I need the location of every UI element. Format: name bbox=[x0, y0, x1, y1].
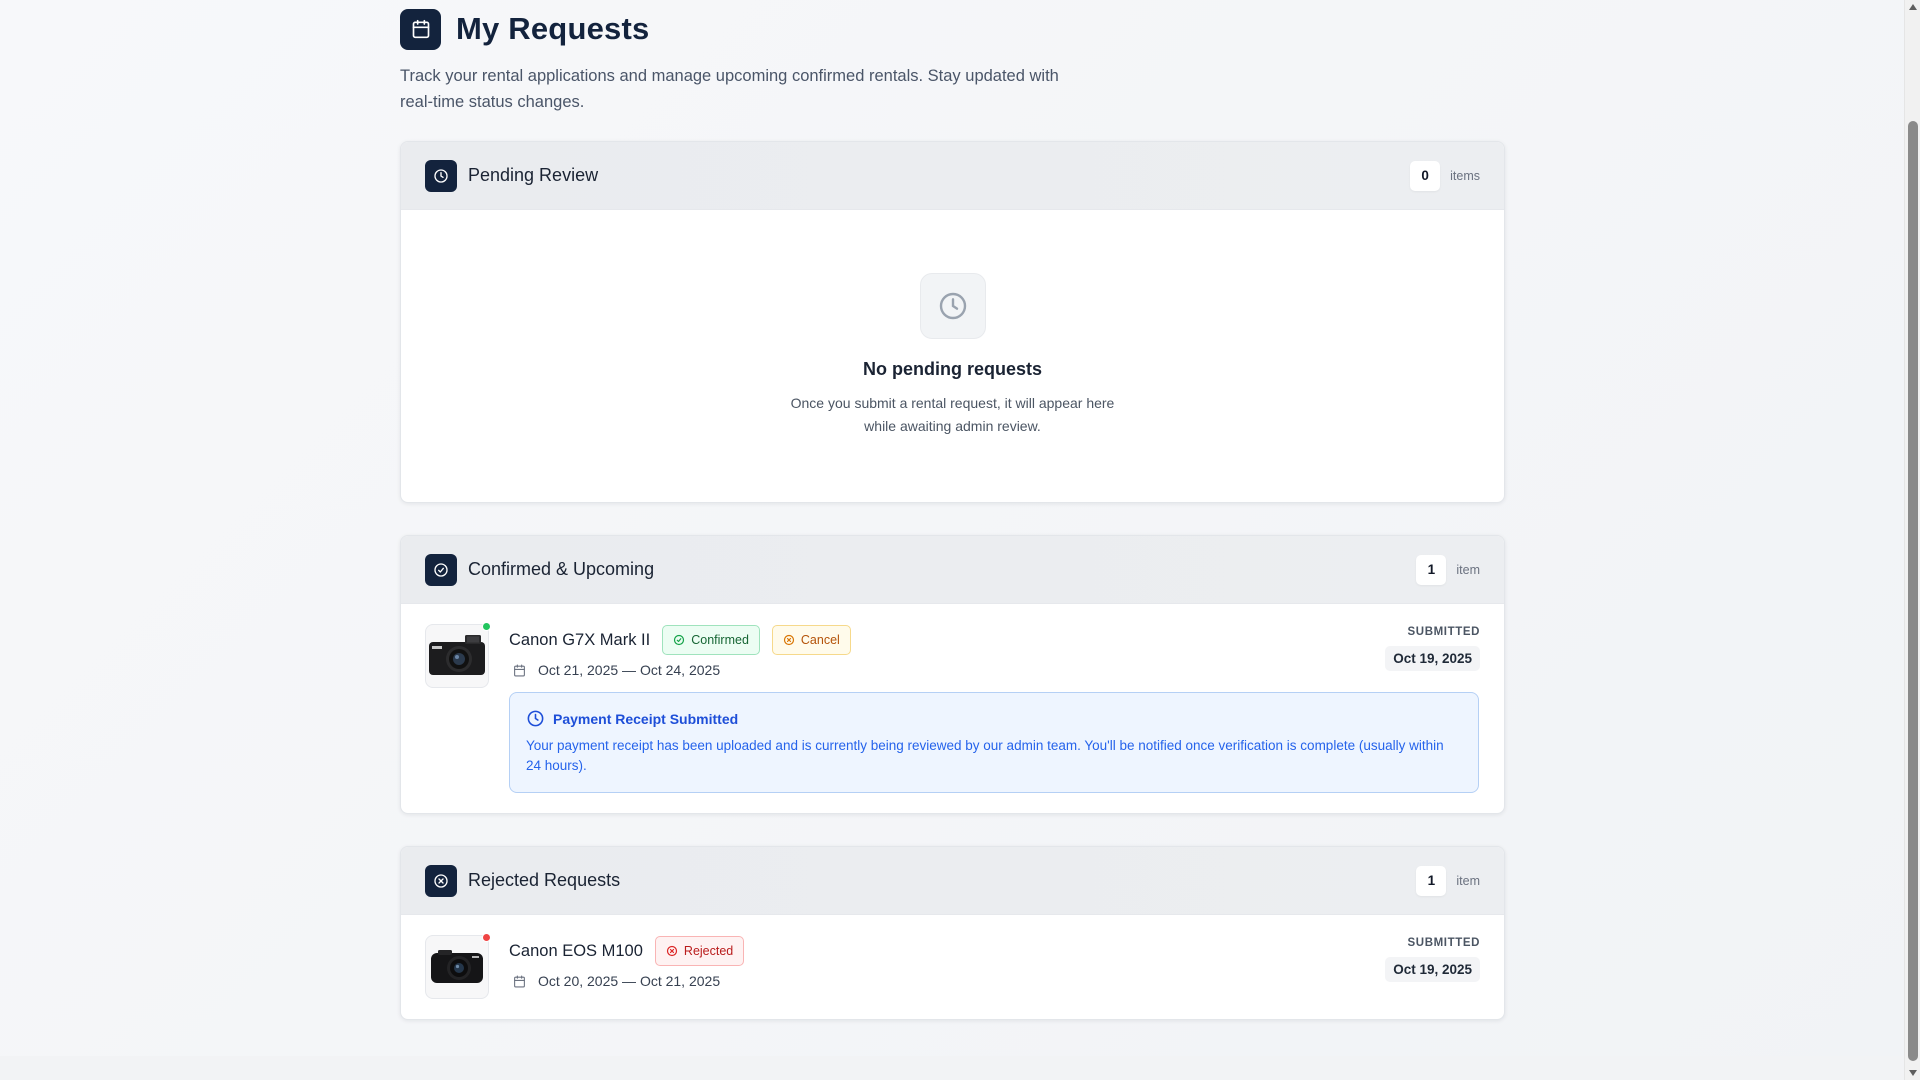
payment-notice: Payment Receipt Submitted Your payment r… bbox=[509, 692, 1479, 793]
rejected-section: Rejected Requests 1 item Canon EOS M100 … bbox=[400, 846, 1505, 1020]
x-circle-icon bbox=[783, 634, 795, 646]
submitted-date: Oct 19, 2025 bbox=[1385, 957, 1480, 982]
page-footer-band bbox=[0, 1056, 1904, 1080]
status-label: Rejected bbox=[683, 944, 734, 958]
count-badge: 1 bbox=[1416, 554, 1447, 585]
submitted-date: Oct 19, 2025 bbox=[1385, 646, 1480, 671]
camera-image bbox=[425, 935, 489, 999]
rejected-header: Rejected Requests 1 item bbox=[401, 847, 1504, 915]
status-badge: Confirmed bbox=[662, 625, 760, 655]
empty-state-title: No pending requests bbox=[862, 359, 1042, 379]
check-circle-icon bbox=[674, 634, 685, 646]
list-item[interactable]: Canon G7X Mark II Confirmed Cancel Oct 2… bbox=[401, 604, 1504, 813]
clock-icon bbox=[919, 273, 986, 339]
x-circle-icon bbox=[425, 864, 457, 897]
x-circle-icon bbox=[666, 945, 678, 957]
pending-review-header: Pending Review 0 items bbox=[401, 142, 1504, 210]
rental-dates: Oct 20, 2025 — Oct 21, 2025 bbox=[509, 973, 1480, 989]
confirmed-section: Confirmed & Upcoming 1 item Canon G7X Ma… bbox=[400, 535, 1505, 814]
vertical-scrollbar[interactable] bbox=[1904, 0, 1920, 1080]
empty-state-text: Once you submit a rental request, it wil… bbox=[790, 395, 1115, 434]
status-label: Confirmed bbox=[691, 633, 749, 647]
count-label: item bbox=[1456, 873, 1480, 888]
camera-image bbox=[425, 624, 489, 688]
section-title: Rejected Requests bbox=[468, 870, 621, 890]
clock-icon bbox=[425, 159, 457, 192]
notice-text: Your payment receipt has been uploaded a… bbox=[526, 738, 1444, 773]
scrollbar-thumb[interactable] bbox=[1908, 121, 1918, 1061]
count-badge: 0 bbox=[1410, 160, 1441, 191]
scroll-down-icon[interactable] bbox=[1909, 1070, 1917, 1076]
empty-state: No pending requests Once you submit a re… bbox=[401, 210, 1504, 502]
rental-dates: Oct 21, 2025 — Oct 24, 2025 bbox=[509, 662, 1480, 678]
submitted-info: SUBMITTED Oct 19, 2025 bbox=[1385, 937, 1480, 982]
status-dot bbox=[482, 933, 491, 942]
status-dot bbox=[482, 622, 491, 631]
count-label: item bbox=[1456, 562, 1480, 577]
section-title: Confirmed & Upcoming bbox=[468, 559, 655, 579]
cancel-button[interactable]: Cancel bbox=[771, 625, 851, 655]
section-title: Pending Review bbox=[468, 165, 599, 185]
submitted-label: SUBMITTED bbox=[1407, 937, 1480, 949]
requests-page: My Requests Track your rental applicatio… bbox=[400, 0, 1505, 1020]
product-name: Canon EOS M100 bbox=[509, 941, 643, 960]
calendar-icon bbox=[400, 8, 441, 50]
submitted-info: SUBMITTED Oct 19, 2025 bbox=[1385, 626, 1480, 671]
notice-title: Payment Receipt Submitted bbox=[553, 710, 739, 727]
pending-review-section: Pending Review 0 items No pending reques… bbox=[400, 141, 1505, 503]
scroll-up-icon[interactable] bbox=[1909, 4, 1917, 10]
count-badge: 1 bbox=[1416, 865, 1447, 896]
request-details: Canon EOS M100 Rejected Oct 20, 2025 — O… bbox=[509, 935, 1480, 999]
cancel-label: Cancel bbox=[800, 633, 840, 647]
product-thumbnail bbox=[425, 622, 491, 688]
list-item[interactable]: Canon EOS M100 Rejected Oct 20, 2025 — O… bbox=[401, 915, 1504, 1019]
status-badge: Rejected bbox=[654, 936, 745, 966]
page-header: My Requests bbox=[400, 1, 1505, 57]
clock-icon bbox=[527, 710, 544, 727]
request-details: Canon G7X Mark II Confirmed Cancel Oct 2… bbox=[509, 624, 1480, 793]
submitted-label: SUBMITTED bbox=[1407, 626, 1480, 638]
count-label: items bbox=[1450, 168, 1480, 183]
page-title: My Requests bbox=[456, 11, 650, 46]
calendar-icon bbox=[514, 664, 525, 676]
product-thumbnail bbox=[425, 933, 491, 999]
page-subtitle: Track your rental applications and manag… bbox=[400, 67, 1059, 111]
calendar-icon bbox=[514, 975, 525, 987]
confirmed-header: Confirmed & Upcoming 1 item bbox=[401, 536, 1504, 604]
date-range: Oct 21, 2025 — Oct 24, 2025 bbox=[538, 662, 721, 678]
date-range: Oct 20, 2025 — Oct 21, 2025 bbox=[538, 973, 721, 989]
check-circle-icon bbox=[425, 553, 457, 586]
product-name: Canon G7X Mark II bbox=[509, 630, 651, 649]
